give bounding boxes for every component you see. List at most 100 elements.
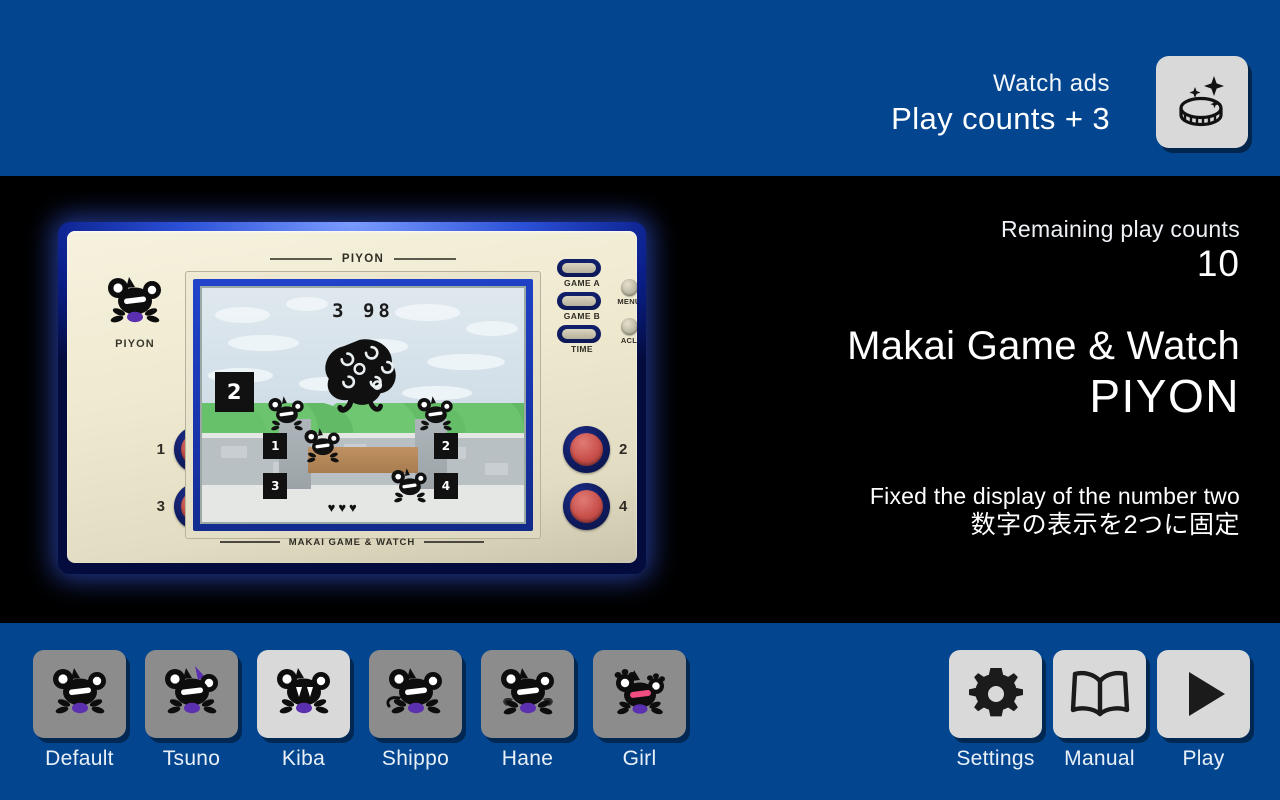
action-buttons: Settings Manual Play xyxy=(949,650,1250,771)
watch-ads-block: Watch ads Play counts + 3 xyxy=(891,70,1110,138)
footer-rule-left xyxy=(219,541,280,543)
character-shippo-icon xyxy=(385,668,442,714)
lcd-boss-creature-icon xyxy=(325,339,396,413)
device-button-row-2: 2 xyxy=(563,421,637,478)
character-item-shippo[interactable]: Shippo xyxy=(369,650,462,771)
lcd-brick xyxy=(485,463,508,475)
device-emblem: PIYON xyxy=(95,275,175,350)
update-note-en: Fixed the display of the number two xyxy=(869,483,1240,509)
lcd-marker-3: 3 xyxy=(263,472,288,499)
lcd-brick xyxy=(221,446,248,459)
top-bar: Watch ads Play counts + 3 xyxy=(0,0,1280,176)
lcd-big-number: 2 xyxy=(214,372,254,412)
game-b-label: GAME B xyxy=(563,311,601,321)
manual-button[interactable]: Manual xyxy=(1053,650,1146,771)
game-a-group: GAME A xyxy=(557,259,607,288)
screen-title-text: PIYON xyxy=(341,253,385,265)
character-tile-tsuno[interactable] xyxy=(145,650,238,738)
device-button-row-4: 4 xyxy=(563,478,637,535)
game-title-main: Makai Game & Watch xyxy=(847,324,1240,368)
game-a-label: GAME A xyxy=(563,278,601,288)
time-group: TIME xyxy=(557,325,607,354)
lcd-marker-1: 1 xyxy=(263,433,288,459)
game-info-panel: Remaining play counts 10 Makai Game & Wa… xyxy=(620,216,1240,540)
character-label-girl: Girl xyxy=(622,747,657,770)
lcd-screen[interactable]: 3 98 2 1 2 3 4 ♥♥♥ xyxy=(200,286,526,524)
time-button[interactable] xyxy=(557,325,601,343)
game-a-button[interactable] xyxy=(557,259,601,277)
game-and-watch-device[interactable]: PIYON 1 3 2 4 GAME A GAME B TIME MEN ACL… xyxy=(58,222,646,574)
character-label-hane: Hane xyxy=(501,747,554,770)
piyon-character-icon xyxy=(108,277,161,323)
character-tile-shippo[interactable] xyxy=(369,650,462,738)
gear-icon xyxy=(968,668,1023,717)
remaining-play-counts-value: 10 xyxy=(1196,243,1240,284)
settings-button[interactable]: Settings xyxy=(949,650,1042,771)
app-root: Watch ads Play counts + 3 Remaining play… xyxy=(0,0,1280,800)
character-tile-kiba[interactable] xyxy=(257,650,350,738)
character-item-hane[interactable]: Hane xyxy=(481,650,574,771)
device-knob-buttons: MENU ACL xyxy=(609,279,637,357)
manual-tile[interactable] xyxy=(1053,650,1146,738)
play-tile[interactable] xyxy=(1157,650,1250,738)
game-b-group: GAME B xyxy=(557,292,607,321)
character-item-kiba[interactable]: Kiba xyxy=(257,650,350,771)
play-button[interactable]: Play xyxy=(1157,650,1250,771)
character-tile-hane[interactable] xyxy=(481,650,574,738)
acl-knob-group: ACL xyxy=(609,318,637,345)
time-label: TIME xyxy=(571,344,593,354)
menu-knob-group: MENU xyxy=(609,279,637,306)
character-default-icon xyxy=(52,668,106,714)
device-red-button-2[interactable] xyxy=(563,426,610,473)
screen-title-plate: PIYON xyxy=(186,250,540,268)
play-counts-bonus-label: Play counts + 3 xyxy=(891,101,1110,136)
character-tile-girl[interactable] xyxy=(593,650,686,738)
lcd-cloud xyxy=(466,320,518,336)
settings-tile[interactable] xyxy=(949,650,1042,738)
update-note-jp: 数字の表示を2つに固定 xyxy=(970,511,1240,539)
game-b-button[interactable] xyxy=(557,292,601,310)
lcd-marker-2: 2 xyxy=(433,433,458,459)
lcd-cloud xyxy=(427,353,505,370)
play-label: Play xyxy=(1182,747,1225,770)
remaining-play-counts-label: Remaining play counts xyxy=(1001,216,1240,242)
game-title-sub: PIYON xyxy=(1089,370,1240,422)
lcd-cloud xyxy=(227,334,299,352)
character-label-tsuno: Tsuno xyxy=(162,747,221,770)
character-tile-default[interactable] xyxy=(33,650,126,738)
device-button-label-2: 2 xyxy=(619,441,628,458)
character-kiba-icon xyxy=(276,668,330,714)
character-hane-icon xyxy=(500,668,554,715)
device-right-button-column: 2 4 xyxy=(563,421,637,535)
book-icon xyxy=(1070,670,1129,717)
screen-blue-frame: 3 98 2 1 2 3 4 ♥♥♥ xyxy=(193,279,533,531)
screen-title-rule-right xyxy=(394,258,457,260)
device-red-button-4[interactable] xyxy=(563,483,610,530)
character-item-tsuno[interactable]: Tsuno xyxy=(145,650,238,771)
lcd-small-creature xyxy=(304,428,340,463)
device-footer-brand: MAKAI GAME & WATCH xyxy=(67,535,637,549)
character-item-default[interactable]: Default xyxy=(33,650,126,771)
menu-knob-button[interactable] xyxy=(620,279,637,296)
device-button-label-3: 3 xyxy=(156,498,165,515)
lcd-score: 3 98 xyxy=(332,299,394,322)
watch-ads-button[interactable] xyxy=(1156,56,1248,148)
acl-knob-label: ACL xyxy=(620,336,637,345)
character-selector: Default Tsuno Kiba Shippo Hane Girl xyxy=(33,650,686,771)
character-item-girl[interactable]: Girl xyxy=(593,650,686,771)
acl-knob-button[interactable] xyxy=(620,318,637,335)
device-mode-buttons: GAME A GAME B TIME xyxy=(557,259,607,358)
manual-label: Manual xyxy=(1064,747,1135,770)
lcd-small-creature xyxy=(417,395,453,430)
play-triangle-icon xyxy=(1188,672,1225,716)
stage-area: Remaining play counts 10 Makai Game & Wa… xyxy=(0,176,1280,623)
footer-brand-text: MAKAI GAME & WATCH xyxy=(288,536,416,548)
device-button-label-4: 4 xyxy=(619,498,628,515)
lcd-marker-4: 4 xyxy=(433,472,458,499)
character-label-shippo: Shippo xyxy=(381,747,450,770)
device-button-label-1: 1 xyxy=(156,441,165,458)
character-girl-icon xyxy=(614,669,665,715)
device-emblem-label: PIYON xyxy=(115,338,155,350)
device-body: PIYON 1 3 2 4 GAME A GAME B TIME MEN ACL… xyxy=(67,231,637,563)
device-screen-bezel: PIYON 3 98 2 1 2 3 4 ♥♥♥ xyxy=(185,253,541,539)
